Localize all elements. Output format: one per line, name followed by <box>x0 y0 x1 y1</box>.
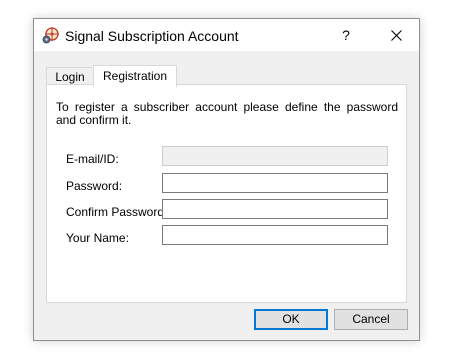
instruction-text: To register a subscriber account please … <box>56 100 398 127</box>
signal-crosshair-icon <box>42 27 59 44</box>
ok-button[interactable]: OK <box>254 309 328 330</box>
password-label: Password: <box>66 179 123 193</box>
close-button[interactable] <box>374 19 418 51</box>
tab-registration[interactable]: Registration <box>93 65 177 87</box>
close-icon <box>390 30 402 41</box>
help-button[interactable]: ? <box>324 19 368 51</box>
confirm-password-field[interactable] <box>162 199 388 219</box>
window-title: Signal Subscription Account <box>65 28 239 44</box>
password-field[interactable] <box>162 173 388 193</box>
email-field <box>162 146 388 166</box>
tab-login[interactable]: Login <box>46 67 94 85</box>
registration-panel: To register a subscriber account please … <box>46 84 407 303</box>
email-label: E-mail/ID: <box>66 152 119 166</box>
title-bar: Signal Subscription Account ? <box>34 19 419 51</box>
your-name-field[interactable] <box>162 225 388 245</box>
cancel-button[interactable]: Cancel <box>334 309 408 330</box>
your-name-label: Your Name: <box>66 231 129 245</box>
confirm-password-label: Confirm Password: <box>66 205 168 219</box>
signal-subscription-dialog: Signal Subscription Account ? Login Regi… <box>33 18 420 341</box>
